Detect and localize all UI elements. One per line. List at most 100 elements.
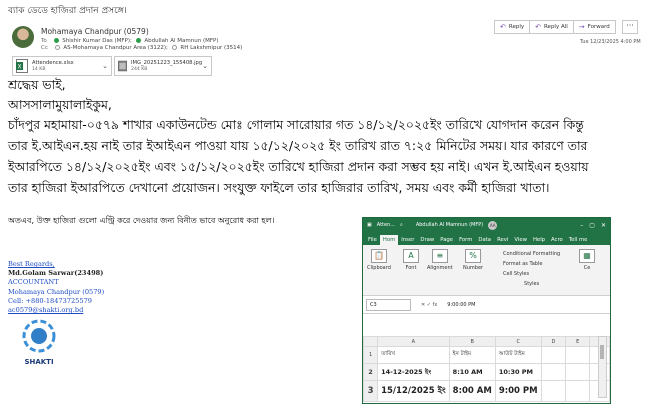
number-group[interactable]: % Number <box>463 249 483 271</box>
number-icon: % <box>465 249 482 263</box>
recipient-to-1[interactable]: Shishir Kumar Das (MFP); <box>62 38 132 44</box>
tab-data[interactable]: Data <box>475 235 494 245</box>
excel-save-icon[interactable]: ▣ <box>367 222 372 228</box>
attachment-xlsx[interactable]: X Attendence.xlsx 14 KB ⌄ <box>12 56 112 76</box>
tab-insert[interactable]: Inser <box>398 235 417 245</box>
name-box[interactable]: C3 <box>366 298 411 311</box>
clipboard-icon: 📋 <box>370 249 387 263</box>
recipient-cc-2[interactable]: RH Lakshmipur (3514) <box>180 45 242 51</box>
font-icon: A <box>403 249 419 263</box>
signature-email-link[interactable]: ac0579@shakti.org.bd <box>8 306 104 315</box>
svg-text:X: X <box>17 64 21 71</box>
cell[interactable]: ইন টাইম <box>448 346 496 364</box>
excel-search-icon[interactable]: ⌕ <box>400 222 403 228</box>
alignment-icon: ≡ <box>431 249 448 263</box>
tab-help[interactable]: Help <box>530 235 548 245</box>
reply-all-button[interactable]: ↶ Reply All <box>530 20 574 34</box>
chevron-down-icon[interactable]: ⌄ <box>102 62 108 70</box>
cells-group[interactable]: ▦ Ce <box>579 249 595 271</box>
cell[interactable]: তারিখ <box>377 346 450 364</box>
sender-avatar <box>12 26 34 48</box>
excel-file-icon: X <box>16 59 28 73</box>
more-actions-button[interactable]: ··· <box>622 20 638 34</box>
vertical-scrollbar[interactable] <box>598 336 607 398</box>
attachment-jpg[interactable]: IMG_20251223_155408.jpg 244 KB ⌄ <box>114 56 212 76</box>
cell[interactable]: 10:30 PM <box>494 363 542 381</box>
body-paragraph-line: ইআরপিতে ১৪/১২/২০২৫ইং এবং ১৫/১২/২০২৫ইং তা… <box>8 159 589 174</box>
cells-icon: ▦ <box>579 249 595 263</box>
excel-user-avatar[interactable]: AA <box>488 220 498 230</box>
tab-draw[interactable]: Draw <box>417 235 437 245</box>
forward-icon: → <box>578 23 585 31</box>
column-header[interactable]: E <box>565 336 591 347</box>
cell[interactable] <box>565 380 591 402</box>
signature-name: Md.Golam Sarwar(23498) <box>8 269 104 278</box>
cell-selected[interactable]: 9:00 PM <box>494 380 542 402</box>
signature-cell: Cell: +880-18473725579 <box>8 296 92 305</box>
tab-acrobat[interactable]: Acro <box>548 235 566 245</box>
svg-text:SHAKTI: SHAKTI <box>24 358 53 366</box>
clipboard-group[interactable]: 📋 Clipboard <box>367 249 391 271</box>
to-line: To Shishir Kumar Das (MFP); Abdullah Al … <box>41 38 219 44</box>
close-icon[interactable]: ✕ <box>601 222 606 229</box>
formula-input[interactable]: 9:00:00 PM <box>447 300 607 310</box>
cell[interactable] <box>540 380 567 402</box>
column-header[interactable]: D <box>540 336 567 347</box>
excel-window[interactable]: ▣ Atten... ⌕ Abdullah Al Mamnun (MFP) AA… <box>362 217 611 404</box>
tab-review[interactable]: Revi <box>494 235 511 245</box>
recipient-to-2[interactable]: Abdullah Al Mamnun (MFP) <box>144 38 218 44</box>
presence-icon <box>53 38 59 43</box>
cell[interactable]: 8:10 AM <box>448 363 496 381</box>
body-closing-request: অতএব, উক্ত হাজিরা গুলো এন্ট্রি করে দেওয়… <box>8 216 275 225</box>
sent-timestamp: Tue 12/23/2025 4:00 PM <box>580 39 641 45</box>
tab-tell-me[interactable]: Tell me <box>566 235 591 245</box>
presence-icon <box>54 45 60 50</box>
cell[interactable]: 8:00 AM <box>448 380 496 402</box>
maximize-icon[interactable]: ▢ <box>589 222 595 229</box>
attachment-name: Attendence.xlsx <box>32 60 74 66</box>
cell-styles-button[interactable]: Cell Styles <box>503 269 560 279</box>
formula-icons: ✕ ✓ fx <box>421 301 438 308</box>
body-paragraph-line: চাঁদপুর মহামায়া-০৫৭৯ শাখার একাউনটেন্ড ম… <box>8 117 584 132</box>
cell[interactable] <box>540 363 567 381</box>
reply-icon: ↶ <box>500 23 506 31</box>
font-group[interactable]: A Font <box>403 249 419 271</box>
spreadsheet-grid: A B C D E F 1 তারিখ ইন টাইম আউট টাইম 2 1… <box>363 336 610 402</box>
excel-title-file: Atten... <box>376 222 396 228</box>
minimize-icon[interactable]: – <box>580 222 583 229</box>
styles-group: Conditional Formatting Format as Table C… <box>503 249 560 289</box>
sender-name[interactable]: Mohamaya Chandpur (0579) <box>41 27 149 36</box>
row-header[interactable]: 2 <box>363 363 379 381</box>
format-as-table-button[interactable]: Format as Table <box>503 259 560 269</box>
conditional-formatting-button[interactable]: Conditional Formatting <box>503 249 560 259</box>
attachment-size: 244 KB <box>131 67 148 72</box>
signature-branch: Mohamaya Chandpur (0579) <box>8 287 105 296</box>
tab-page-layout[interactable]: Page <box>437 235 456 245</box>
recipient-cc-1[interactable]: AS-Mohamaya Chandpur Area (3122); <box>63 45 168 51</box>
cell[interactable]: 15/12/2025 ইং <box>377 380 450 402</box>
alignment-group[interactable]: ≡ Alignment <box>427 249 453 271</box>
forward-button[interactable]: → Forward <box>573 20 616 34</box>
row-header[interactable]: 1 <box>363 346 379 364</box>
tab-formulas[interactable]: Form <box>456 235 475 245</box>
body-greeting: আসসালামুয়ালাইকুম, <box>8 97 112 112</box>
column-header[interactable]: B <box>448 336 496 347</box>
cell[interactable] <box>540 346 567 364</box>
column-header[interactable]: C <box>494 336 542 347</box>
tab-file[interactable]: File <box>365 235 380 245</box>
table-row: 3 15/12/2025 ইং 8:00 AM 9:00 PM <box>363 380 610 402</box>
cell[interactable] <box>565 346 591 364</box>
cell[interactable]: আউট টাইম <box>494 346 542 364</box>
reply-button[interactable]: ↶ Reply <box>494 20 531 34</box>
tab-view[interactable]: View <box>511 235 530 245</box>
cell[interactable] <box>565 363 591 381</box>
excel-title-bar: ▣ Atten... ⌕ Abdullah Al Mamnun (MFP) AA… <box>363 218 610 232</box>
scrollbar-thumb[interactable] <box>600 345 604 359</box>
tab-home[interactable]: Hom <box>379 235 399 245</box>
presence-icon <box>171 45 177 50</box>
row-header[interactable]: 3 <box>363 380 379 402</box>
cell[interactable]: 14-12-2025 ইং <box>377 363 450 381</box>
chevron-down-icon[interactable]: ⌄ <box>202 62 208 70</box>
signature-regards: Best Regards, <box>8 260 55 268</box>
column-header[interactable]: A <box>377 336 450 347</box>
